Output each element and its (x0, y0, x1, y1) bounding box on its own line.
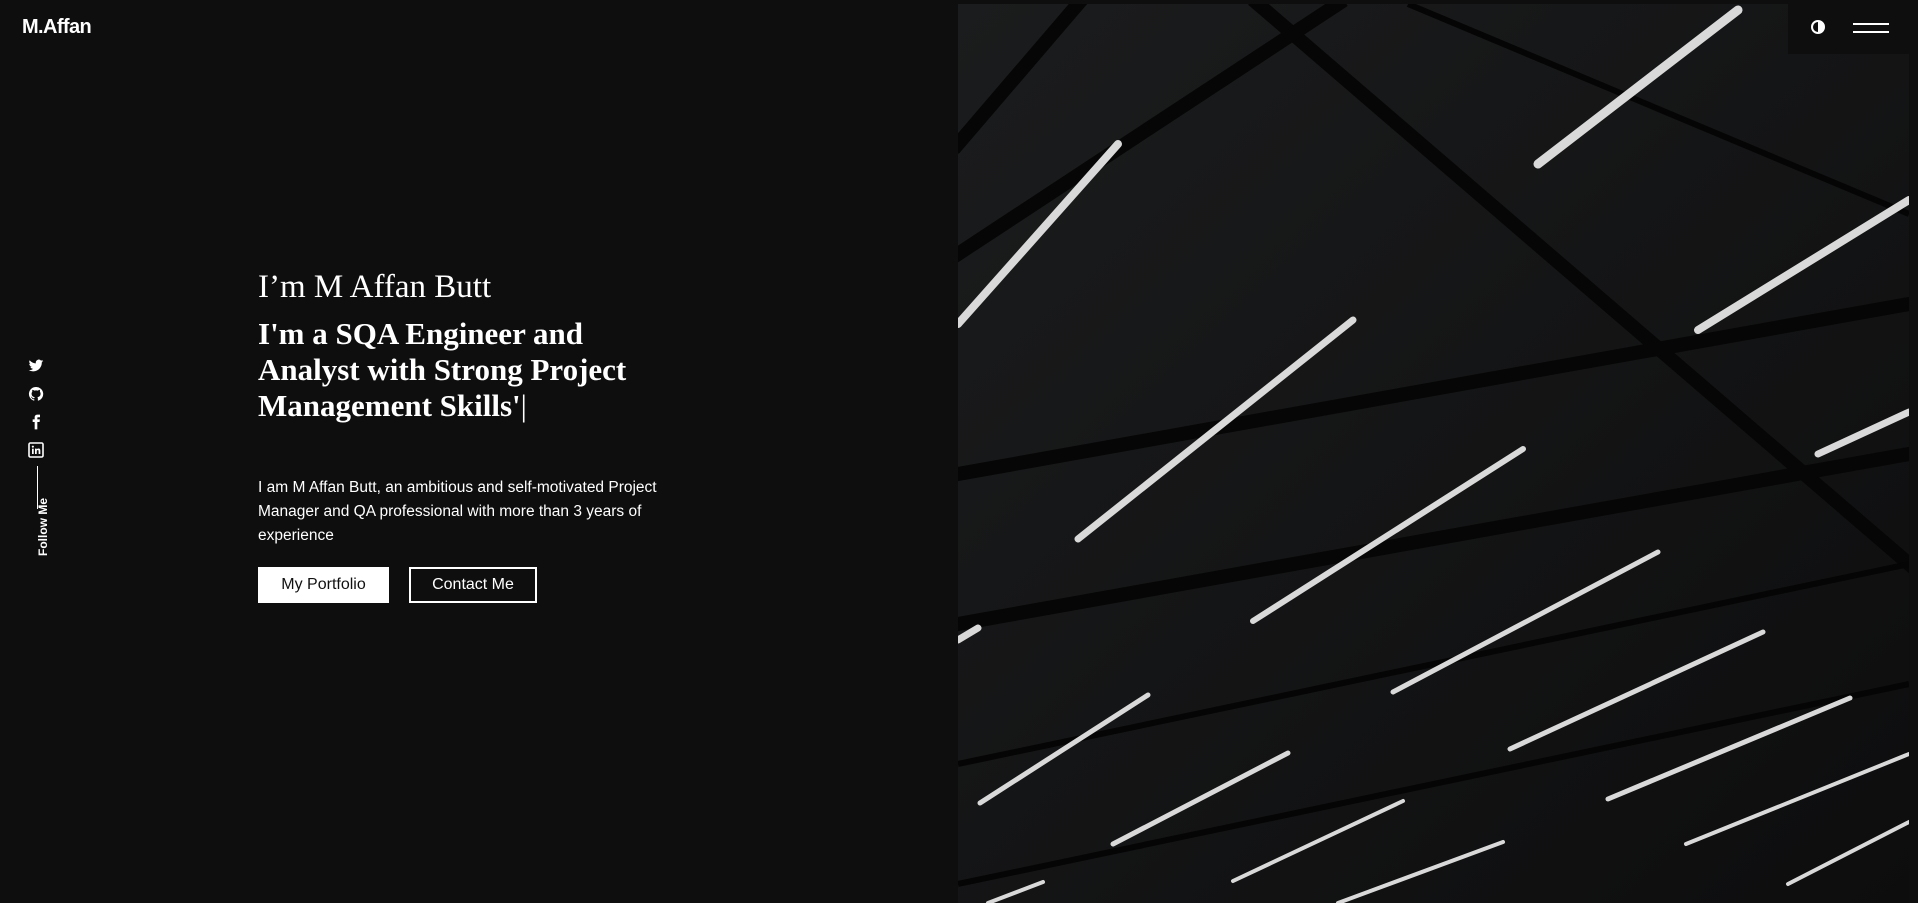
hero-intro: I’m M Affan Butt I'm a SQA Engineer and … (258, 268, 718, 603)
contrast-icon[interactable] (1811, 20, 1825, 34)
github-icon[interactable] (28, 386, 44, 402)
hero-greeting: I’m M Affan Butt (258, 269, 492, 305)
hero-headline-text: I'm a SQA Engineer and Analyst with Stro… (258, 315, 627, 423)
linkedin-icon[interactable] (28, 442, 44, 458)
twitter-icon[interactable] (28, 358, 44, 374)
follow-me-label: Follow Me (36, 498, 50, 556)
hero-actions: My Portfolio Contact Me (258, 566, 718, 603)
social-links (28, 358, 48, 470)
facebook-icon[interactable] (28, 414, 44, 430)
typing-cursor: | (520, 387, 527, 423)
hero-image (958, 4, 1909, 903)
hero-bio: I am M Affan Butt, an ambitious and self… (258, 478, 657, 544)
hero-headline: I'm a SQA Engineer and Analyst with Stro… (258, 316, 688, 424)
logo[interactable]: M.Affan (22, 16, 92, 39)
header-controls (1788, 0, 1918, 54)
contact-me-button[interactable]: Contact Me (409, 566, 537, 603)
hamburger-icon[interactable] (1853, 21, 1889, 35)
my-portfolio-button[interactable]: My Portfolio (258, 566, 389, 603)
